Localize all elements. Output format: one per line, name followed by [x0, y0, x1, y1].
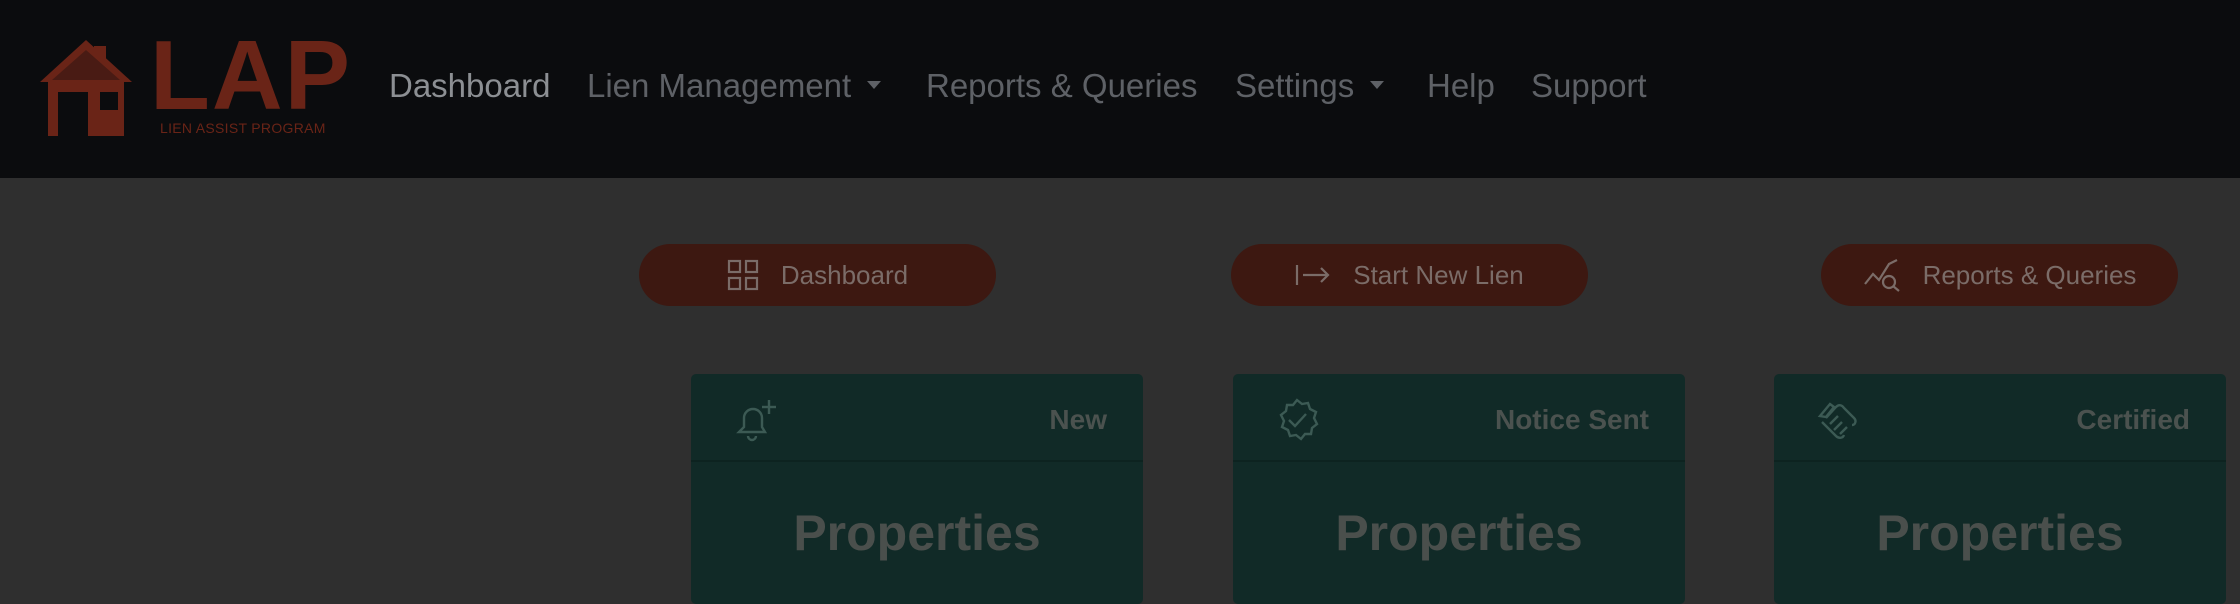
nav-dashboard[interactable]: Dashboard: [389, 66, 550, 106]
brand-tagline: LIEN ASSIST PROGRAM: [160, 120, 326, 136]
status-card-new[interactable]: New Properties: [691, 374, 1143, 604]
top-navbar: LAP LIEN ASSIST PROGRAM Dashboard Lien M…: [0, 0, 2240, 178]
reports-queries-button[interactable]: Reports & Queries: [1821, 244, 2178, 306]
nav-lien-management[interactable]: Lien Management: [587, 66, 882, 106]
nav-reports-queries-label: Reports & Queries: [926, 67, 1198, 104]
grid-icon: [727, 259, 759, 291]
status-card-notice-sent[interactable]: Notice Sent Properties: [1233, 374, 1685, 604]
nav-support[interactable]: Support: [1531, 66, 1647, 106]
reports-queries-label: Reports & Queries: [1922, 259, 2137, 290]
card-header: New: [691, 374, 1143, 462]
card-title: Properties: [1876, 505, 2124, 561]
card-status-label: Notice Sent: [1494, 404, 1649, 435]
bell-plus-icon: [731, 396, 779, 449]
chart-search-icon: [1863, 258, 1901, 292]
card-title: Properties: [793, 505, 1041, 561]
chevron-down-icon: [1370, 81, 1385, 90]
nav-dashboard-label: Dashboard: [389, 67, 551, 104]
house-icon: [40, 40, 132, 136]
start-new-lien-button[interactable]: Start New Lien: [1231, 244, 1588, 306]
card-status-label: Certified: [2076, 404, 2190, 435]
brand-name: LAP: [150, 20, 352, 130]
chevron-down-icon: [867, 81, 882, 90]
arrow-right-bar-icon: [1295, 263, 1331, 287]
brand-logo[interactable]: LAP LIEN ASSIST PROGRAM: [36, 26, 350, 146]
nav-reports-queries[interactable]: Reports & Queries: [926, 66, 1197, 106]
status-card-certified[interactable]: Certified Properties: [1774, 374, 2226, 604]
nav-support-label: Support: [1531, 67, 1647, 104]
nav-settings[interactable]: Settings: [1235, 66, 1385, 106]
start-new-lien-label: Start New Lien: [1353, 259, 1524, 290]
dashboard-button-label: Dashboard: [780, 259, 909, 290]
card-title: Properties: [1335, 505, 1583, 561]
card-header: Notice Sent: [1233, 374, 1685, 462]
card-header: Certified: [1774, 374, 2226, 462]
dashboard-button[interactable]: Dashboard: [639, 244, 996, 306]
nav-settings-label: Settings: [1235, 67, 1355, 104]
nav-help-label: Help: [1427, 67, 1495, 104]
card-status-label: New: [1049, 404, 1107, 435]
badge-check-icon: [1273, 396, 1321, 449]
nav-lien-management-label: Lien Management: [587, 67, 852, 104]
handshake-icon: [1814, 396, 1864, 449]
nav-help[interactable]: Help: [1427, 66, 1495, 106]
